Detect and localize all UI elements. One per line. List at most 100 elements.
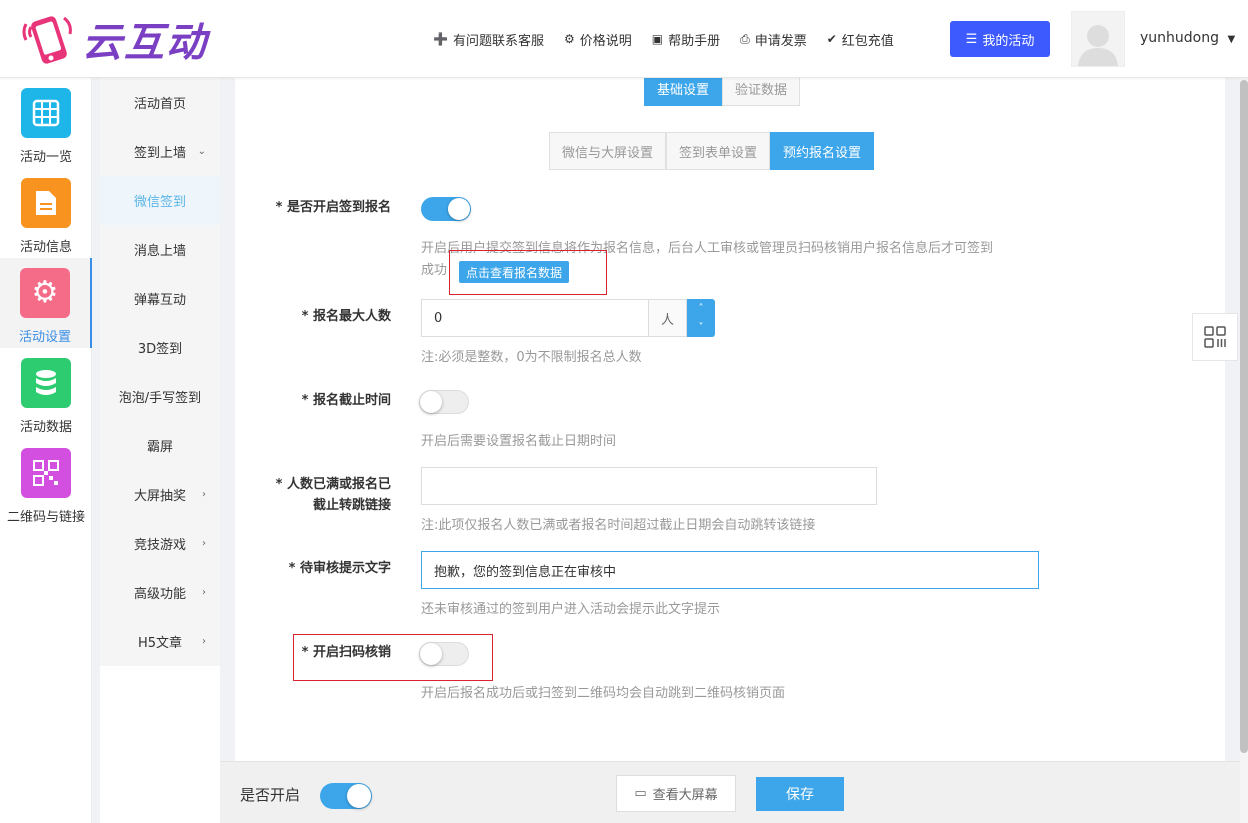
subnav-bapin[interactable]: 霸屏 (100, 421, 220, 470)
username: yunhudong (1140, 30, 1219, 46)
default-avatar-icon (1078, 25, 1118, 66)
highlight-box (293, 634, 493, 681)
footer-enable-toggle[interactable] (320, 783, 372, 809)
nav-manual[interactable]: ▣ 帮助手册 (652, 30, 720, 49)
chevron-right-icon: › (202, 538, 206, 549)
deadline-hint: 开启后需要设置报名截止日期时间 (421, 434, 617, 449)
pending-text-input[interactable]: 抱歉，您的签到信息正在审核中 (421, 551, 1039, 589)
subnav-label: 大屏抽奖 (133, 489, 186, 504)
save-button[interactable]: 保存 (756, 777, 844, 811)
qrcode-icon (21, 448, 71, 498)
database-icon (21, 358, 71, 408)
pending-text-hint: 还未审核通过的签到用户进入活动会提示此文字提示 (421, 602, 721, 617)
sidebar-item-label: 活动设置 (18, 330, 71, 345)
grid-icon (21, 88, 71, 138)
top-nav: ➕ 有问题联系客服 ⚙ 价格说明 ▣ 帮助手册 ⎙ 申请发票 ✔ 红包充值 (433, 22, 914, 56)
subnav-label: 高级功能 (133, 587, 186, 602)
pending-text-label: * 待审核提示文字 (288, 561, 391, 576)
subnav-3d-signin[interactable]: 3D签到 (100, 323, 220, 372)
subnav-label: 微信签到 (133, 195, 186, 210)
page-scrollbar[interactable] (1240, 78, 1248, 823)
footer-enable-label: 是否开启 (240, 786, 301, 804)
sidebar-item-label: 二维码与链接 (6, 510, 85, 525)
nav-invoice-label: 申请发票 (754, 33, 807, 49)
redirect-url-input[interactable] (421, 467, 877, 505)
subnav-bubble-signin[interactable]: 泡泡/手写签到 (100, 372, 220, 421)
max-people-unit: 人 (649, 299, 687, 337)
subnav-message-wall[interactable]: 消息上墙 (100, 225, 220, 274)
chevron-up-icon[interactable]: ˄ (699, 303, 704, 314)
my-activity-label: 我的活动 (982, 33, 1035, 49)
tab-wechat-screen[interactable]: 微信与大屏设置 (549, 132, 667, 170)
redirect-hint: 注:此项仅报名人数已满或者报名时间超过截止日期会自动跳转该链接 (421, 518, 816, 533)
gear-icon: ⚙ (563, 32, 575, 46)
sidebar-item-data[interactable]: 活动数据 (0, 348, 92, 438)
subnav-advanced[interactable]: 高级功能 › (100, 568, 220, 617)
nav-recharge-label: 红包充值 (841, 33, 894, 49)
nav-support[interactable]: ➕ 有问题联系客服 (433, 30, 544, 49)
redirect-label-2: 截止转跳链接 (312, 498, 391, 513)
chevron-right-icon: › (202, 636, 206, 647)
list-icon: ☰ (965, 31, 978, 47)
icon-sidebar: 活动一览 活动信息 ⚙ 活动设置 活动数据 二维码与链接 (0, 78, 92, 823)
printer-icon: ⎙ (740, 31, 750, 46)
nav-manual-label: 帮助手册 (668, 33, 721, 49)
nav-recharge[interactable]: ✔ 红包充值 (827, 30, 894, 49)
book-icon: ▣ (651, 32, 664, 46)
monitor-icon: ▭ (634, 786, 647, 801)
subnav-games[interactable]: 竞技游戏 › (100, 519, 220, 568)
brand-name: 云互动 (82, 20, 208, 66)
view-screen-button[interactable]: ▭ 查看大屏幕 (616, 775, 736, 812)
subnav-danmaku[interactable]: 弹幕互动 (100, 274, 220, 323)
deadline-label: * 报名截止时间 (301, 393, 391, 408)
max-people-hint: 注:必须是整数，0为不限制报名总人数 (421, 350, 642, 365)
settings-panel: 基础设置 验证数据 微信与大屏设置 签到表单设置 预约报名设置 * 是否开启签到… (235, 70, 1225, 761)
user-plus-icon: ➕ (433, 32, 448, 46)
subnav-signin-wall[interactable]: 签到上墙 ⌄ (100, 127, 220, 176)
chevron-down-icon[interactable]: ˅ (699, 322, 704, 333)
subnav-label: 泡泡/手写签到 (118, 391, 202, 406)
max-people-stepper[interactable]: ˄ ˅ (687, 299, 715, 337)
view-screen-label: 查看大屏幕 (652, 788, 718, 803)
sidebar-item-info[interactable]: 活动信息 (0, 168, 92, 258)
max-people-input[interactable]: 0 (421, 299, 649, 337)
sidebar-item-qrcode[interactable]: 二维码与链接 (0, 438, 92, 528)
toggle-knob (420, 391, 442, 413)
sidebar-item-overview[interactable]: 活动一览 (0, 78, 92, 168)
floating-qrcode-button[interactable] (1192, 313, 1238, 361)
enable-signup-toggle[interactable] (421, 197, 471, 221)
enable-signup-label: * 是否开启签到报名 (275, 200, 391, 215)
my-activity-button[interactable]: ☰ 我的活动 (950, 21, 1050, 57)
highlight-box (449, 250, 607, 295)
sidebar-item-label: 活动数据 (19, 420, 72, 435)
subnav-h5-article[interactable]: H5文章 › (100, 617, 220, 666)
toggle-knob (448, 198, 470, 220)
brand-logo[interactable]: 云互动 (20, 10, 208, 68)
document-icon (21, 178, 71, 228)
subnav-label: 签到上墙 (133, 146, 186, 161)
subnav-home[interactable]: 活动首页 (100, 78, 220, 127)
sub-tabs: 微信与大屏设置 签到表单设置 预约报名设置 (549, 132, 875, 170)
subnav-label: 消息上墙 (133, 244, 186, 259)
tab-signin-form[interactable]: 签到表单设置 (666, 132, 771, 170)
sidebar-item-settings[interactable]: ⚙ 活动设置 (0, 258, 92, 348)
sub-sidebar-filler (100, 666, 220, 823)
subnav-label: 弹幕互动 (133, 293, 186, 308)
caret-down-icon: ▼ (1227, 34, 1236, 45)
phone-logo-icon (22, 16, 72, 64)
max-people-label: * 报名最大人数 (301, 309, 391, 324)
deadline-toggle[interactable] (419, 390, 469, 414)
scrollbar-thumb[interactable] (1240, 80, 1248, 753)
subnav-wechat-signin[interactable]: 微信签到 (100, 176, 220, 225)
footer-bar: 是否开启 ▭ 查看大屏幕 保存 (220, 761, 1240, 823)
nav-invoice[interactable]: ⎙ 申请发票 (740, 30, 807, 49)
avatar[interactable] (1071, 11, 1125, 67)
subnav-lottery[interactable]: 大屏抽奖 › (100, 470, 220, 519)
gear-icon: ⚙ (20, 268, 70, 318)
tab-reservation[interactable]: 预约报名设置 (770, 132, 875, 170)
sidebar-item-label: 活动信息 (19, 240, 72, 255)
username-dropdown[interactable]: yunhudong ▼ (1140, 30, 1235, 46)
nav-pricing[interactable]: ⚙ 价格说明 (564, 30, 632, 49)
toggle-knob (347, 784, 371, 808)
sub-sidebar: 活动首页 签到上墙 ⌄ 微信签到 消息上墙 弹幕互动 3D签到 泡泡/手写签到 霸… (100, 78, 220, 666)
